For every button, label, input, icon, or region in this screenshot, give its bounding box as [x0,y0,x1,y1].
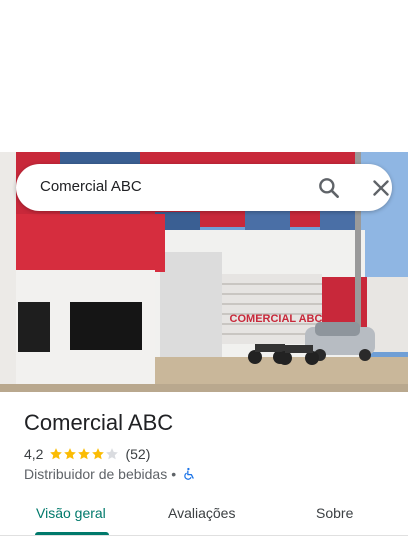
tab-about[interactable]: Sobre [316,505,353,521]
star-icon [64,448,77,460]
search-icon[interactable] [316,175,342,201]
tabs-divider [0,535,408,536]
review-count[interactable]: (52) [125,446,150,462]
rating-row[interactable]: 4,2 (52) [24,445,150,463]
search-input[interactable]: Comercial ABC [40,178,142,195]
star-icon [78,448,91,460]
star-empty-icon [106,448,119,460]
place-category: Distribuidor de bebidas [24,466,168,482]
tab-reviews[interactable]: Avaliações [168,505,235,521]
tab-bar: Visão geral Avaliações Sobre [0,494,408,536]
star-rating [49,447,119,461]
star-icon [92,448,105,460]
rating-value: 4,2 [24,446,44,462]
tab-overview[interactable]: Visão geral [36,505,106,521]
category-row: Distribuidor de bebidas • [24,465,196,483]
photo-sign-text: COMERCIAL ABC [230,313,323,325]
close-icon[interactable] [368,175,394,201]
star-icon [50,448,63,460]
wheelchair-icon [184,467,194,480]
search-bar[interactable]: Comercial ABC [16,164,392,211]
separator: • [171,466,177,482]
place-title: Comercial ABC [24,410,174,435]
